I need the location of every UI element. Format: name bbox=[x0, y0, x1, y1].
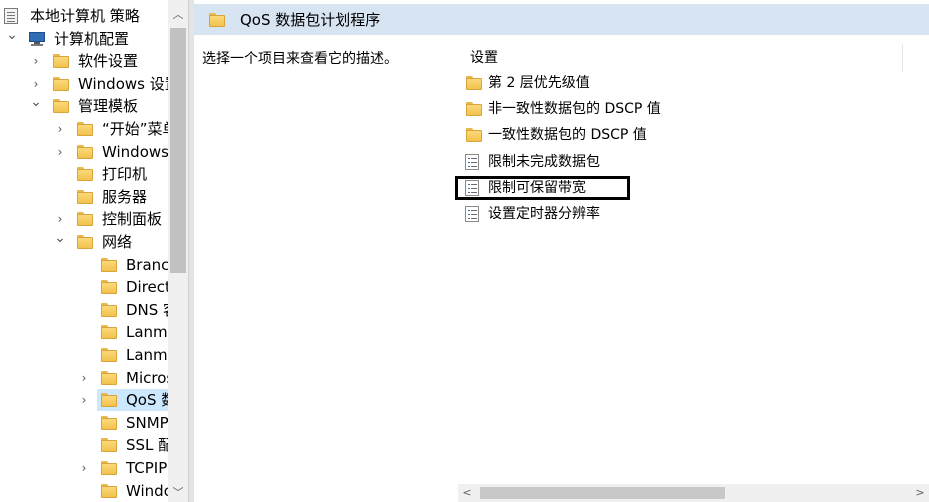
folder-icon bbox=[52, 76, 70, 92]
folder-icon bbox=[100, 257, 118, 273]
details-pane: QoS 数据包计划程序 选择一个项目来查看它的描述。 设置 第 2 层优先级值非… bbox=[194, 0, 929, 502]
folder-icon bbox=[52, 98, 70, 114]
horizontal-scrollbar[interactable]: < > bbox=[458, 484, 929, 502]
details-header: QoS 数据包计划程序 bbox=[194, 4, 929, 35]
tree-item-label: 控制面板 bbox=[102, 210, 163, 229]
column-header-setting[interactable]: 设置 bbox=[464, 44, 903, 72]
tree-item-label: 本地计算机 策略 bbox=[30, 7, 140, 25]
expand-chevron-right-icon[interactable]: › bbox=[78, 367, 90, 389]
folder-icon bbox=[465, 127, 483, 143]
details-title: QoS 数据包计划程序 bbox=[240, 11, 381, 29]
horizontal-scroll-thumb[interactable] bbox=[480, 487, 725, 499]
folder-icon bbox=[465, 101, 483, 117]
folder-icon bbox=[76, 211, 94, 227]
folder-icon bbox=[76, 121, 94, 137]
expand-chevron-down-icon[interactable]: ⌄ bbox=[30, 91, 42, 113]
folder-icon bbox=[208, 12, 226, 28]
setting-icon bbox=[465, 179, 479, 196]
tree-item-label: “开始”菜单 bbox=[102, 120, 168, 138]
tree-item-label: 软件设置 bbox=[78, 52, 139, 71]
tree-item-label: Lanman 工作站 bbox=[126, 346, 168, 364]
computer-icon bbox=[28, 31, 46, 47]
folder-icon bbox=[52, 53, 70, 69]
setting-icon bbox=[465, 153, 479, 170]
setting-icon bbox=[465, 206, 479, 222]
expand-chevron-right-icon[interactable]: › bbox=[54, 118, 66, 140]
folder-icon bbox=[100, 302, 118, 318]
folder-open-icon bbox=[100, 392, 118, 408]
policy-setting-item[interactable]: 限制可保留带宽 bbox=[455, 175, 630, 200]
tree-item-label: Lanman 服务器 bbox=[126, 323, 168, 342]
setting-label: 限制可保留带宽 bbox=[488, 179, 586, 196]
tree-item-label: Windows 设置 bbox=[78, 74, 168, 93]
folder-icon bbox=[100, 370, 118, 386]
setting-label: 非一致性数据包的 DSCP 值 bbox=[488, 101, 661, 118]
scroll-up-arrow-icon[interactable]: ︿ bbox=[168, 6, 188, 24]
folder-icon bbox=[100, 483, 118, 499]
folder-icon bbox=[76, 166, 94, 182]
tree-item-label: SNMP bbox=[126, 413, 168, 432]
policy-doc-icon bbox=[4, 8, 22, 24]
expand-chevron-right-icon[interactable]: › bbox=[54, 141, 66, 163]
scroll-left-arrow-icon[interactable]: < bbox=[458, 484, 476, 502]
expand-chevron-right-icon[interactable]: › bbox=[78, 457, 90, 479]
tree-item-label: Windows 组件 bbox=[102, 142, 168, 161]
expand-chevron-down-icon[interactable]: ⌄ bbox=[6, 24, 18, 46]
tree-item-label: 服务器 bbox=[102, 187, 148, 206]
expand-chevron-right-icon[interactable]: › bbox=[30, 50, 42, 72]
tree-item-label: DNS 客户端 bbox=[126, 300, 168, 319]
settings-list: 设置 第 2 层优先级值非一致性数据包的 DSCP 值一致性数据包的 DSCP … bbox=[455, 36, 929, 481]
folder-icon bbox=[465, 75, 483, 91]
folder-icon bbox=[100, 437, 118, 453]
description-text: 选择一个项目来查看它的描述。 bbox=[202, 51, 398, 67]
setting-label: 限制未完成数据包 bbox=[488, 153, 600, 170]
tree-vertical-scrollbar[interactable]: ︿ ﹀ bbox=[168, 0, 188, 502]
folder-icon bbox=[100, 460, 118, 476]
setting-label: 第 2 层优先级值 bbox=[488, 75, 590, 91]
folder-icon bbox=[76, 144, 94, 160]
folder-icon bbox=[100, 415, 118, 431]
navigation-tree: 本地计算机 策略 ⌄ 计算机配置 › 软件设置 › Windows 设置 ⌄ 管理模板 › “开始”… bbox=[0, 0, 168, 502]
tree-item-label: DirectAccess bbox=[126, 278, 168, 297]
tree-scroll-thumb[interactable] bbox=[170, 28, 186, 273]
folder-icon bbox=[100, 347, 118, 363]
tree-item-label: SSL 配置 bbox=[126, 436, 168, 455]
tree-item-label: 网络 bbox=[102, 233, 133, 251]
tree-item-label: QoS 数据包 bbox=[126, 391, 168, 410]
setting-label: 设置定时器分辨率 bbox=[488, 206, 600, 222]
tree-item-label: 管理模板 bbox=[78, 97, 139, 116]
tree-item-label: Windows bbox=[126, 481, 168, 500]
scroll-down-arrow-icon[interactable]: ﹀ bbox=[168, 484, 188, 502]
setting-label: 一致性数据包的 DSCP 值 bbox=[488, 127, 647, 144]
tree-item-label: Microsoft bbox=[126, 368, 168, 387]
folder-icon bbox=[76, 189, 94, 205]
tree-item-label: 计算机配置 bbox=[54, 29, 130, 48]
folder-icon bbox=[100, 324, 118, 340]
expand-chevron-down-icon[interactable]: ⌄ bbox=[54, 227, 66, 249]
tree-item-label: 打印机 bbox=[102, 165, 148, 184]
tree-item-label: BranchCache bbox=[126, 255, 168, 274]
scroll-right-arrow-icon[interactable]: > bbox=[911, 484, 929, 502]
expand-chevron-right-icon[interactable]: › bbox=[78, 389, 90, 411]
tree-item-label: TCPIP bbox=[126, 459, 168, 477]
folder-icon bbox=[76, 234, 94, 250]
folder-icon bbox=[100, 279, 118, 295]
